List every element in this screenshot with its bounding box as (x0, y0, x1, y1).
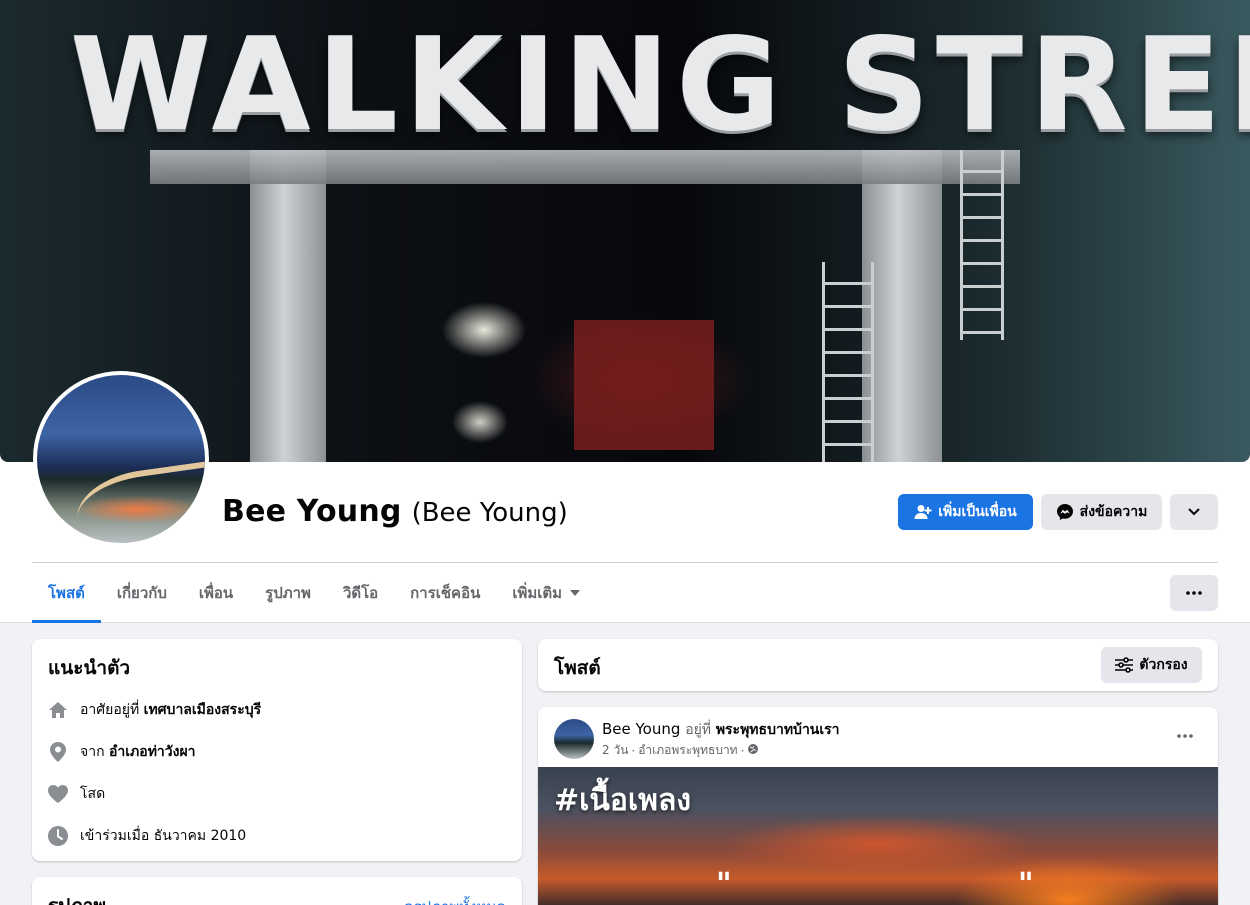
profile-name: Bee Young (222, 494, 402, 529)
message-label: ส่งข้อความ (1079, 504, 1148, 520)
photos-title: รูปภาพ (48, 891, 106, 905)
tab-checkins[interactable]: การเช็คอิน (394, 563, 496, 623)
posts-header-card: โพสต์ ตัวกรอง (538, 639, 1218, 691)
more-options-button[interactable] (1170, 494, 1218, 530)
tab-label: เกี่ยวกับ (116, 584, 167, 602)
clock-icon (48, 826, 68, 846)
cover-pillar (862, 150, 942, 462)
tab-posts[interactable]: โพสต์ (32, 563, 101, 623)
post-image[interactable]: #เนื้อเพลง " " (538, 767, 1218, 905)
profile-alt-name: (Bee Young) (411, 498, 568, 528)
ellipsis-icon (1177, 734, 1193, 738)
tab-label: เพิ่มเติม (512, 584, 563, 602)
post-meta: 2 วัน · อำเภอพระพุทธบาท · (602, 741, 759, 760)
tab-more[interactable]: เพิ่มเติม (496, 563, 596, 623)
intro-item-joined: เข้าร่วมเมื่อ ธันวาคม 2010 (48, 815, 506, 857)
cover-photo[interactable]: WALKING STREET (0, 0, 1250, 462)
intro-title: แนะนำตัว (48, 657, 131, 679)
cover-pillar (250, 150, 326, 462)
post-header-line: Bee Young อยู่ที่ พระพุทธบาทบ้านเรา (602, 719, 840, 741)
see-all-photos-link[interactable]: ดูรูปภาพทั้งหมด (404, 895, 506, 905)
intro-item-value[interactable]: อำเภอท่าวังผา (109, 744, 196, 760)
cover-ladder (960, 150, 1004, 340)
message-button[interactable]: ส่งข้อความ (1041, 494, 1162, 530)
meta-dot: · (740, 743, 745, 758)
tab-about[interactable]: เกี่ยวกับ (101, 563, 183, 623)
post-time[interactable]: 2 วัน (602, 741, 628, 760)
post-place[interactable]: พระพุทธบาทบ้านเรา (716, 722, 840, 738)
add-friend-label: เพิ่มเป็นเพื่อน (938, 504, 1017, 520)
tab-friends[interactable]: เพื่อน (183, 563, 249, 623)
post-image-quote-mark: " (716, 867, 732, 902)
tabs-more-button[interactable] (1170, 575, 1218, 611)
post-options-button[interactable] (1168, 719, 1202, 753)
intro-item-lives-in: อาศัยอยู่ที่ เทศบาลเมืองสระบุรี (48, 689, 506, 731)
caret-down-icon (570, 590, 581, 596)
tab-videos[interactable]: วิดีโอ (327, 563, 394, 623)
intro-item-prefix: อาศัยอยู่ที่ (80, 702, 140, 718)
cover-sign-text: WALKING STREET (70, 11, 1250, 160)
tab-label: รูปภาพ (265, 584, 311, 602)
post-author[interactable]: Bee Young (602, 720, 680, 738)
add-friend-icon (914, 504, 932, 520)
chevron-down-icon (1188, 508, 1200, 516)
intro-item-prefix: โสด (80, 786, 106, 802)
intro-item-prefix: เข้าร่วมเมื่อ ธันวาคม 2010 (80, 828, 247, 844)
home-icon (48, 700, 68, 720)
filter-button[interactable]: ตัวกรอง (1101, 647, 1202, 683)
tab-label: เพื่อน (198, 584, 234, 602)
location-pin-icon (48, 742, 68, 762)
profile-tabs: โพสต์ เกี่ยวกับ เพื่อน รูปภาพ วิดีโอ การ… (32, 563, 596, 623)
tab-photos[interactable]: รูปภาพ (249, 563, 327, 623)
filter-sliders-icon (1115, 657, 1134, 673)
cover-shop-sign (574, 320, 714, 450)
heart-icon (48, 784, 68, 804)
filter-label: ตัวกรอง (1139, 657, 1188, 673)
intro-card: แนะนำตัว อาศัยอยู่ที่ เทศบาลเมืองสระบุรี… (32, 639, 522, 861)
ellipsis-icon (1186, 591, 1202, 595)
avatar[interactable] (33, 371, 209, 547)
intro-item-value[interactable]: เทศบาลเมืองสระบุรี (144, 702, 261, 718)
messenger-icon (1056, 503, 1074, 521)
tab-label: วิดีโอ (342, 584, 379, 602)
avatar-road-light-trail (72, 460, 205, 543)
post-card: Bee Young อยู่ที่ พระพุทธบาทบ้านเรา 2 วั… (538, 707, 1218, 905)
photos-card: รูปภาพ ดูรูปภาพทั้งหมด (32, 877, 522, 905)
cover-ladder (822, 262, 874, 462)
add-friend-button[interactable]: เพิ่มเป็นเพื่อน (898, 494, 1033, 530)
posts-title: โพสต์ (554, 657, 601, 679)
post-image-hashtag: #เนื้อเพลง (554, 783, 691, 818)
intro-item-from: จาก อำเภอท่าวังผา (48, 731, 506, 773)
post-author-avatar[interactable] (554, 719, 594, 759)
globe-icon (747, 743, 759, 758)
tab-label: การเช็คอิน (410, 584, 481, 602)
intro-item-prefix: จาก (80, 744, 105, 760)
meta-dot: · (631, 743, 636, 758)
post-image-quote-mark: " (1018, 867, 1034, 902)
intro-item-relationship: โสด (48, 773, 506, 815)
tab-label: โพสต์ (48, 584, 85, 602)
profile-name-row: Bee Young (Bee Young) (222, 494, 568, 534)
post-at-text: อยู่ที่ (685, 722, 712, 738)
post-location[interactable]: อำเภอพระพุทธบาท (638, 741, 737, 760)
